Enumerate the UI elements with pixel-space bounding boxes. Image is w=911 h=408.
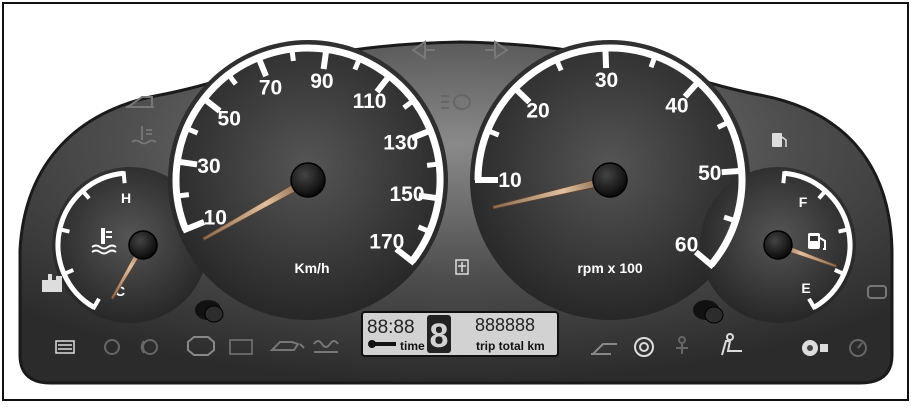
tachometer-label: 60 [675, 233, 698, 256]
speedometer-label: 130 [383, 132, 418, 155]
instrument-cluster: 10 30 50 70 90 110 130 150 170 10 20 30 40 50 60 Km/h… [0, 0, 911, 403]
tachometer-label: 40 [665, 95, 688, 118]
tachometer-label: 20 [526, 100, 549, 123]
instrument-cluster-art: 10305070 90110130150170 102030405060 Km/h… [2, 2, 909, 401]
speedometer-label: 150 [390, 183, 425, 206]
tachometer-tick [721, 167, 745, 176]
tachometer-label: 30 [595, 69, 618, 92]
speedometer-tick [289, 45, 296, 62]
lcd-trip-label: trip total km [476, 339, 545, 353]
speedometer-label: 50 [218, 107, 241, 130]
speedometer-label: 30 [197, 155, 220, 178]
fuel-hub [763, 230, 793, 260]
temperature-hub [128, 230, 158, 260]
tachometer-tick [602, 44, 610, 69]
fuel-full-label: F [799, 194, 808, 210]
speedometer-tick [173, 192, 190, 199]
lcd-time-digits: 88:88 [367, 317, 415, 338]
speedometer-label: 70 [259, 76, 282, 99]
tachometer-label: 10 [498, 169, 521, 192]
speedometer-label: 170 [369, 231, 404, 254]
speedometer-tick [173, 158, 198, 168]
temperature-tick [121, 171, 127, 184]
speedometer-unit: Km/h [295, 260, 330, 276]
lcd-time-label: time [400, 339, 425, 353]
speedometer-label: 110 [353, 90, 387, 113]
fuel-empty-label: E [801, 280, 810, 296]
tachometer-label: 50 [698, 162, 721, 185]
speedometer-tick [426, 161, 443, 168]
lcd-gear-digit: 8 [430, 317, 449, 355]
temperature-high-label: H [121, 190, 131, 206]
speedometer-label: 90 [310, 70, 333, 93]
speedometer-hub [290, 162, 326, 198]
lcd-odometer-digits: 888888 [475, 315, 535, 335]
speedometer-tick [320, 45, 330, 70]
tachometer-unit: rpm x 100 [577, 260, 643, 276]
tachometer-hub [592, 162, 628, 198]
